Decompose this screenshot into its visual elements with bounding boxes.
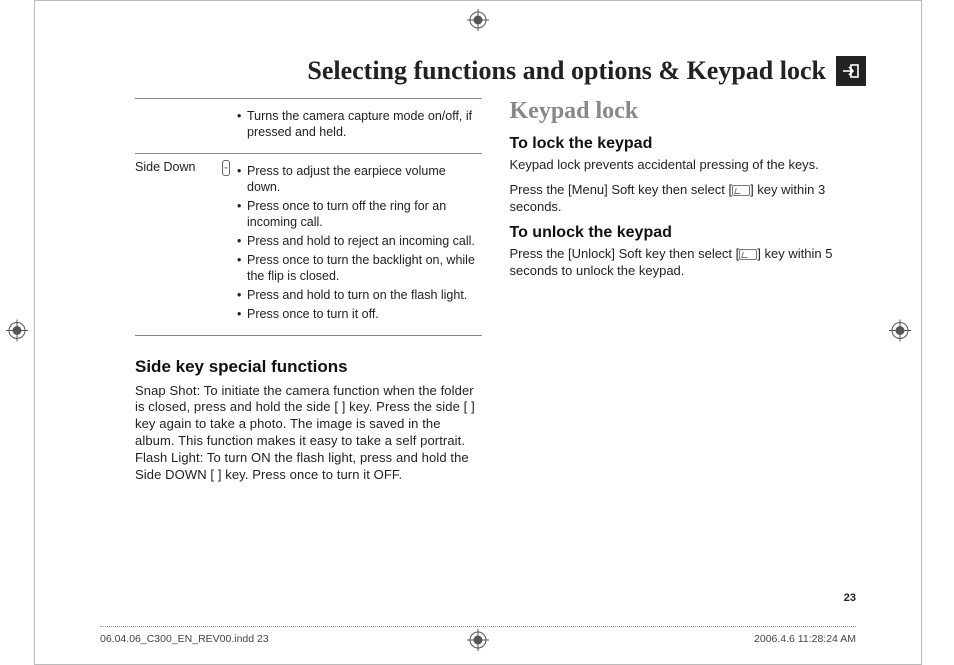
softkey-icon [739,249,757,260]
registration-mark-top [467,9,489,36]
registration-mark-left [6,319,28,346]
lock-keypad-intro: Keypad lock prevents accidental pressing… [510,157,857,174]
lock-keypad-instruction: Press the [Menu] Soft key then select []… [510,182,857,216]
table-row: Side Down Press to adjust the earpiece v… [135,154,482,336]
text-fragment: Press the [Menu] Soft key then select [ [510,182,733,197]
right-column: Keypad lock To lock the keypad Keypad lo… [510,98,857,574]
side-key-heading: Side key special functions [135,357,482,377]
section-icon [836,56,866,86]
footer-timestamp: 2006.4.6 11:28:24 AM [754,633,856,644]
page-sheet: Selecting functions and options & Keypad… [34,0,922,665]
bullet-item: Press to adjust the earpiece volume down… [237,163,482,195]
title-bar: Selecting functions and options & Keypad… [90,56,866,86]
unlock-keypad-instruction: Press the [Unlock] Soft key then select … [510,246,857,280]
page-number: 23 [844,592,856,604]
bullet-item: Press once to turn the backlight on, whi… [237,252,482,284]
lock-keypad-subheading: To lock the keypad [510,135,857,153]
left-column: Turns the camera capture mode on/off, if… [135,98,482,574]
softkey-icon [732,185,750,196]
unlock-keypad-subheading: To unlock the keypad [510,224,857,242]
content-area: Turns the camera capture mode on/off, if… [135,98,856,574]
footer-file-info: 06.04.06_C300_EN_REV00.indd 23 [100,633,269,644]
bullet-item: Press once to turn it off. [237,306,482,322]
side-down-label: Side Down [135,154,215,336]
keypad-lock-heading: Keypad lock [510,98,857,125]
bullet-item: Press once to turn off the ring for an i… [237,198,482,230]
bullet-item: Press and hold to turn on the flash ligh… [237,287,482,303]
page-title: Selecting functions and options & Keypad… [307,56,826,86]
text-fragment: Press the [Unlock] Soft key then select … [510,246,740,261]
side-key-paragraph: Snap Shot: To initiate the camera functi… [135,383,482,484]
bullet-item: Press and hold to reject an incoming cal… [237,233,482,249]
bullet-item: Turns the camera capture mode on/off, if… [237,108,482,140]
registration-mark-right [889,319,911,346]
side-key-icon [222,160,230,176]
footer: 06.04.06_C300_EN_REV00.indd 23 2006.4.6 … [100,626,856,644]
table-row: Turns the camera capture mode on/off, if… [135,99,482,154]
side-key-table: Turns the camera capture mode on/off, if… [135,98,482,337]
